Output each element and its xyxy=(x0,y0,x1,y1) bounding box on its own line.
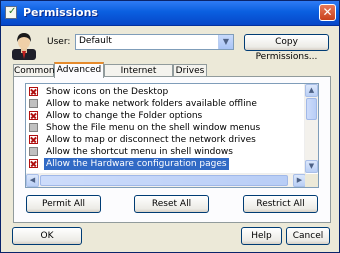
close-button[interactable]: ✕ xyxy=(319,4,336,21)
permission-label: Allow to change the Folder options xyxy=(46,111,203,121)
permission-label: Allow the Hardware configuration pages xyxy=(44,158,229,170)
permit-all-button[interactable]: Permit All xyxy=(26,195,101,213)
chevron-down-icon[interactable]: ▼ xyxy=(218,35,233,49)
list-item-selected[interactable]: Allow the Hardware configuration pages xyxy=(29,158,300,170)
tab-advanced[interactable]: Advanced xyxy=(54,62,104,78)
permission-checkbox[interactable] xyxy=(29,123,38,132)
horizontal-scrollbar[interactable]: ◀ ▶ xyxy=(26,173,306,187)
close-icon: ✕ xyxy=(322,5,333,19)
title-bar[interactable]: ✓ Permissions ✕ xyxy=(1,1,339,26)
help-button[interactable]: Help xyxy=(241,227,282,245)
permission-checkbox[interactable] xyxy=(29,87,38,96)
user-label: User: xyxy=(47,37,71,47)
horizontal-scroll-thumb[interactable] xyxy=(40,175,288,186)
cancel-button[interactable]: Cancel xyxy=(286,227,330,245)
scrollbar-corner xyxy=(305,174,318,187)
list-item[interactable]: Show icons on the Desktop xyxy=(29,86,300,98)
list-item[interactable]: Allow to make network folders available … xyxy=(29,98,300,110)
permissions-list[interactable]: Show icons on the Desktop Allow to make … xyxy=(25,83,319,188)
permissions-dialog: ✓ Permissions ✕ User: Default ▼ Copy Per… xyxy=(0,0,340,253)
list-item[interactable]: Allow the shortcut menu in shell windows xyxy=(29,146,300,158)
user-silhouette-icon xyxy=(12,33,36,60)
permission-label: Allow to map or disconnect the network d… xyxy=(46,135,256,145)
check-document-icon: ✓ xyxy=(5,6,17,19)
permission-checkbox[interactable] xyxy=(29,159,38,168)
permission-checkbox[interactable] xyxy=(29,147,38,156)
list-item[interactable]: Allow to change the Folder options xyxy=(29,110,300,122)
permission-label: Allow to make network folders available … xyxy=(46,99,257,109)
list-item[interactable]: Show the File menu on the shell window m… xyxy=(29,122,300,134)
arrow-left-icon[interactable]: ◀ xyxy=(26,174,39,187)
window-title: Permissions xyxy=(23,6,98,19)
permission-label: Show icons on the Desktop xyxy=(46,87,169,97)
ok-button[interactable]: OK xyxy=(12,227,82,245)
vertical-scrollbar[interactable]: ▲ ▼ xyxy=(304,84,318,173)
permission-label: Show the File menu on the shell window m… xyxy=(46,123,261,133)
permission-checkbox[interactable] xyxy=(29,111,38,120)
arrow-up-icon[interactable]: ▲ xyxy=(305,84,318,97)
permission-checkbox[interactable] xyxy=(29,99,38,108)
arrow-down-icon[interactable]: ▼ xyxy=(305,160,318,173)
vertical-scroll-thumb[interactable] xyxy=(306,98,317,120)
user-combobox-value: Default xyxy=(79,36,112,46)
copy-permissions-button[interactable]: Copy Permissions... xyxy=(244,34,329,62)
restrict-all-button[interactable]: Restrict All xyxy=(243,195,318,213)
permission-label: Allow the shortcut menu in shell windows xyxy=(46,147,233,157)
user-combobox[interactable]: Default ▼ xyxy=(75,34,234,50)
list-item[interactable]: Allow to map or disconnect the network d… xyxy=(29,134,300,146)
permission-checkbox[interactable] xyxy=(29,135,38,144)
reset-all-button[interactable]: Reset All xyxy=(134,195,209,213)
